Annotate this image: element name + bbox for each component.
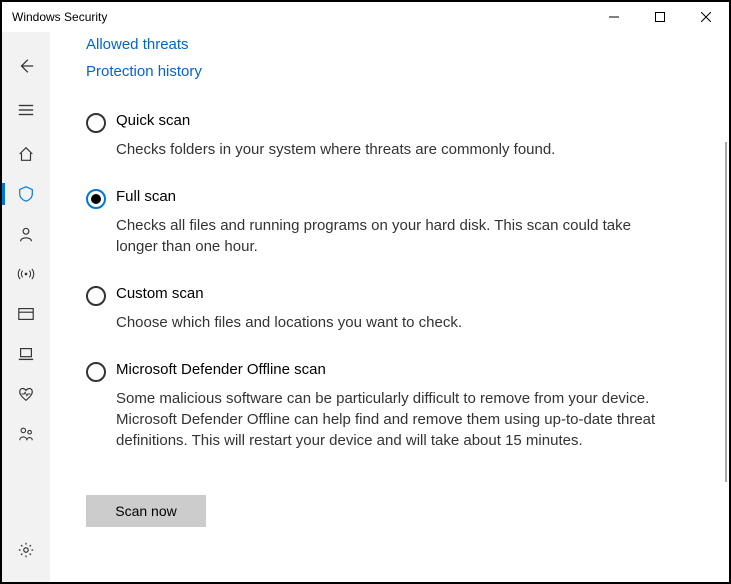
laptop-icon [17, 345, 35, 363]
menu-button[interactable] [2, 90, 50, 130]
sidebar-item-device-security[interactable] [2, 334, 50, 374]
radio-offline-scan[interactable] [86, 362, 106, 382]
sidebar [2, 32, 50, 582]
option-desc: Choose which files and locations you wan… [116, 312, 462, 333]
signal-icon [16, 266, 36, 282]
back-arrow-icon [17, 57, 35, 75]
sidebar-item-firewall[interactable] [2, 254, 50, 294]
maximize-button[interactable] [637, 2, 683, 32]
sidebar-item-family[interactable] [2, 414, 50, 454]
scan-now-button[interactable]: Scan now [86, 495, 206, 527]
back-button[interactable] [2, 46, 50, 86]
sidebar-item-settings[interactable] [2, 530, 50, 570]
sidebar-item-home[interactable] [2, 134, 50, 174]
family-icon [17, 425, 35, 443]
option-desc: Checks all files and running programs on… [116, 215, 661, 257]
radio-full-scan[interactable] [86, 189, 106, 209]
option-title: Full scan [116, 188, 661, 205]
option-desc: Checks folders in your system where thre… [116, 139, 555, 160]
titlebar: Windows Security [2, 2, 729, 32]
link-protection-history[interactable]: Protection history [86, 63, 701, 80]
sidebar-item-device-health[interactable] [2, 374, 50, 414]
option-offline-scan[interactable]: Microsoft Defender Offline scan Some mal… [86, 361, 701, 451]
shield-icon [17, 185, 35, 203]
minimize-button[interactable] [591, 2, 637, 32]
heart-icon [17, 385, 35, 403]
window-icon [17, 305, 35, 323]
scrollbar[interactable] [725, 142, 727, 482]
home-icon [17, 145, 35, 163]
option-title: Microsoft Defender Offline scan [116, 361, 661, 378]
option-full-scan[interactable]: Full scan Checks all files and running p… [86, 188, 701, 257]
option-title: Quick scan [116, 112, 555, 129]
radio-custom-scan[interactable] [86, 286, 106, 306]
close-button[interactable] [683, 2, 729, 32]
window-controls [591, 2, 729, 32]
option-custom-scan[interactable]: Custom scan Choose which files and locat… [86, 285, 701, 333]
hamburger-icon [17, 101, 35, 119]
sidebar-item-account-protection[interactable] [2, 214, 50, 254]
main-content: Allowed threats Protection history Quick… [50, 32, 729, 582]
option-desc: Some malicious software can be particula… [116, 388, 661, 451]
sidebar-item-virus-protection[interactable] [2, 174, 50, 214]
gear-icon [17, 541, 35, 559]
link-allowed-threats[interactable]: Allowed threats [86, 36, 701, 53]
window-title: Windows Security [12, 10, 107, 24]
person-icon [17, 225, 35, 243]
option-title: Custom scan [116, 285, 462, 302]
radio-quick-scan[interactable] [86, 113, 106, 133]
sidebar-item-app-browser[interactable] [2, 294, 50, 334]
option-quick-scan[interactable]: Quick scan Checks folders in your system… [86, 112, 701, 160]
